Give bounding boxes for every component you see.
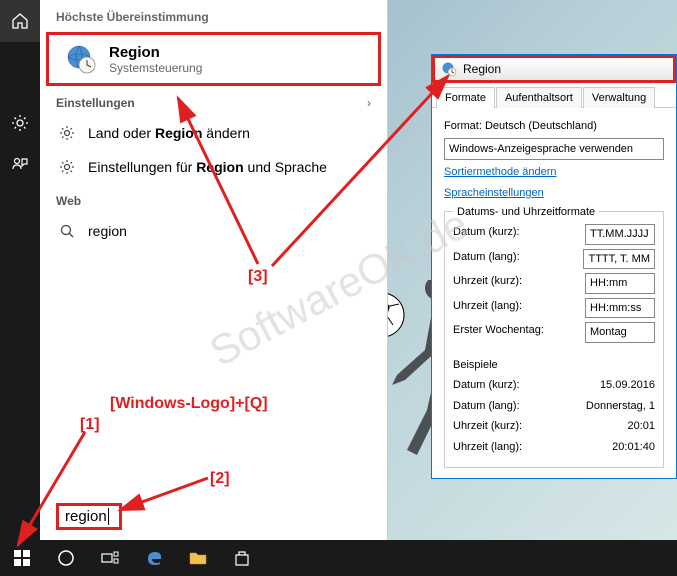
top-result-subtitle: Systemsteuerung (109, 61, 202, 75)
globe-clock-icon (441, 61, 457, 77)
first-weekday-field[interactable]: Montag (585, 322, 655, 343)
search-icon (58, 222, 76, 240)
annotation-3: [3] (248, 268, 268, 286)
example-date-long: Datum (lang):Donnerstag, 1 (453, 398, 655, 415)
dialog-body: Format: Deutsch (Deutschland) Windows-An… (432, 107, 676, 478)
tab-verwaltung[interactable]: Verwaltung (583, 87, 655, 108)
search-rail (0, 0, 40, 540)
edge-button[interactable] (132, 540, 176, 576)
annotation-hint: [Windows-Logo]+[Q] (110, 395, 268, 413)
region-dialog: Region Formate Aufenthaltsort Verwaltung… (431, 54, 677, 479)
start-button[interactable] (0, 540, 44, 576)
cortana-button[interactable] (44, 540, 88, 576)
folder-icon (189, 551, 207, 565)
best-match-header: Höchste Übereinstimmung (40, 0, 387, 32)
date-short-field[interactable]: TT.MM.JJJJ (585, 224, 655, 245)
top-result-region[interactable]: Region Systemsteuerung (46, 32, 381, 86)
feedback-icon[interactable] (0, 144, 40, 186)
annotation-1: [1] (80, 416, 100, 434)
store-button[interactable] (220, 540, 264, 576)
search-panel: Höchste Übereinstimmung Region Systemste… (40, 0, 388, 540)
edge-icon (145, 549, 163, 567)
home-icon[interactable] (0, 0, 40, 42)
example-time-short: Uhrzeit (kurz):20:01 (453, 418, 655, 435)
row-first-weekday: Erster Wochentag:Montag (453, 322, 655, 343)
link-language-settings[interactable]: Spracheinstellungen (444, 185, 664, 202)
display-language-combo[interactable]: Windows-Anzeigesprache verwenden (444, 138, 664, 161)
tab-formate[interactable]: Formate (436, 87, 495, 108)
gear-icon (58, 124, 76, 142)
globe-clock-icon (65, 43, 97, 75)
group-legend: Datums- und Uhrzeitformate (453, 204, 599, 221)
row-date-short: Datum (kurz):TT.MM.JJJJ (453, 224, 655, 245)
date-long-field[interactable]: TTTT, T. MM (583, 249, 655, 270)
result-land-region[interactable]: Land oder Region ändern (40, 116, 387, 150)
gear-icon[interactable] (0, 102, 40, 144)
result-label: Einstellungen für Region und Sprache (88, 159, 327, 175)
example-date-short: Datum (kurz):15.09.2016 (453, 377, 655, 394)
time-short-field[interactable]: HH:mm (585, 273, 655, 294)
explorer-button[interactable] (176, 540, 220, 576)
row-time-short: Uhrzeit (kurz):HH:mm (453, 273, 655, 294)
chevron-right-icon: › (367, 96, 371, 110)
task-view-icon (101, 551, 119, 565)
result-label: Land oder Region ändern (88, 125, 250, 141)
row-date-long: Datum (lang):TTTT, T. MM (453, 249, 655, 270)
category-web: Web (40, 184, 387, 214)
dialog-title: Region (463, 62, 501, 76)
top-result-title: Region (109, 44, 202, 61)
cortana-circle-icon (57, 549, 75, 567)
result-web-region[interactable]: region (40, 214, 387, 248)
tab-aufenthaltsort[interactable]: Aufenthaltsort (496, 87, 582, 108)
format-value: Deutsch (Deutschland) (485, 120, 597, 132)
example-time-long: Uhrzeit (lang):20:01:40 (453, 439, 655, 456)
row-time-long: Uhrzeit (lang):HH:mm:ss (453, 298, 655, 319)
examples-label: Beispiele (453, 357, 655, 374)
time-long-field[interactable]: HH:mm:ss (585, 298, 655, 319)
store-icon (233, 550, 251, 566)
format-label: Format: (444, 120, 482, 132)
gear-icon (58, 158, 76, 176)
result-region-sprache[interactable]: Einstellungen für Region und Sprache (40, 150, 387, 184)
annotation-2: [2] (210, 470, 230, 488)
dialog-tabs: Formate Aufenthaltsort Verwaltung (432, 83, 676, 108)
dialog-title-bar[interactable]: Region (432, 55, 676, 83)
link-sort-method[interactable]: Sortiermethode ändern (444, 164, 664, 181)
taskbar (0, 540, 677, 576)
category-settings[interactable]: Einstellungen › (40, 86, 387, 116)
task-view-button[interactable] (88, 540, 132, 576)
result-label: region (88, 223, 127, 239)
windows-logo-icon (14, 550, 30, 566)
search-input[interactable]: region (56, 503, 122, 530)
datetime-formats-group: Datums- und Uhrzeitformate Datum (kurz):… (444, 211, 664, 468)
